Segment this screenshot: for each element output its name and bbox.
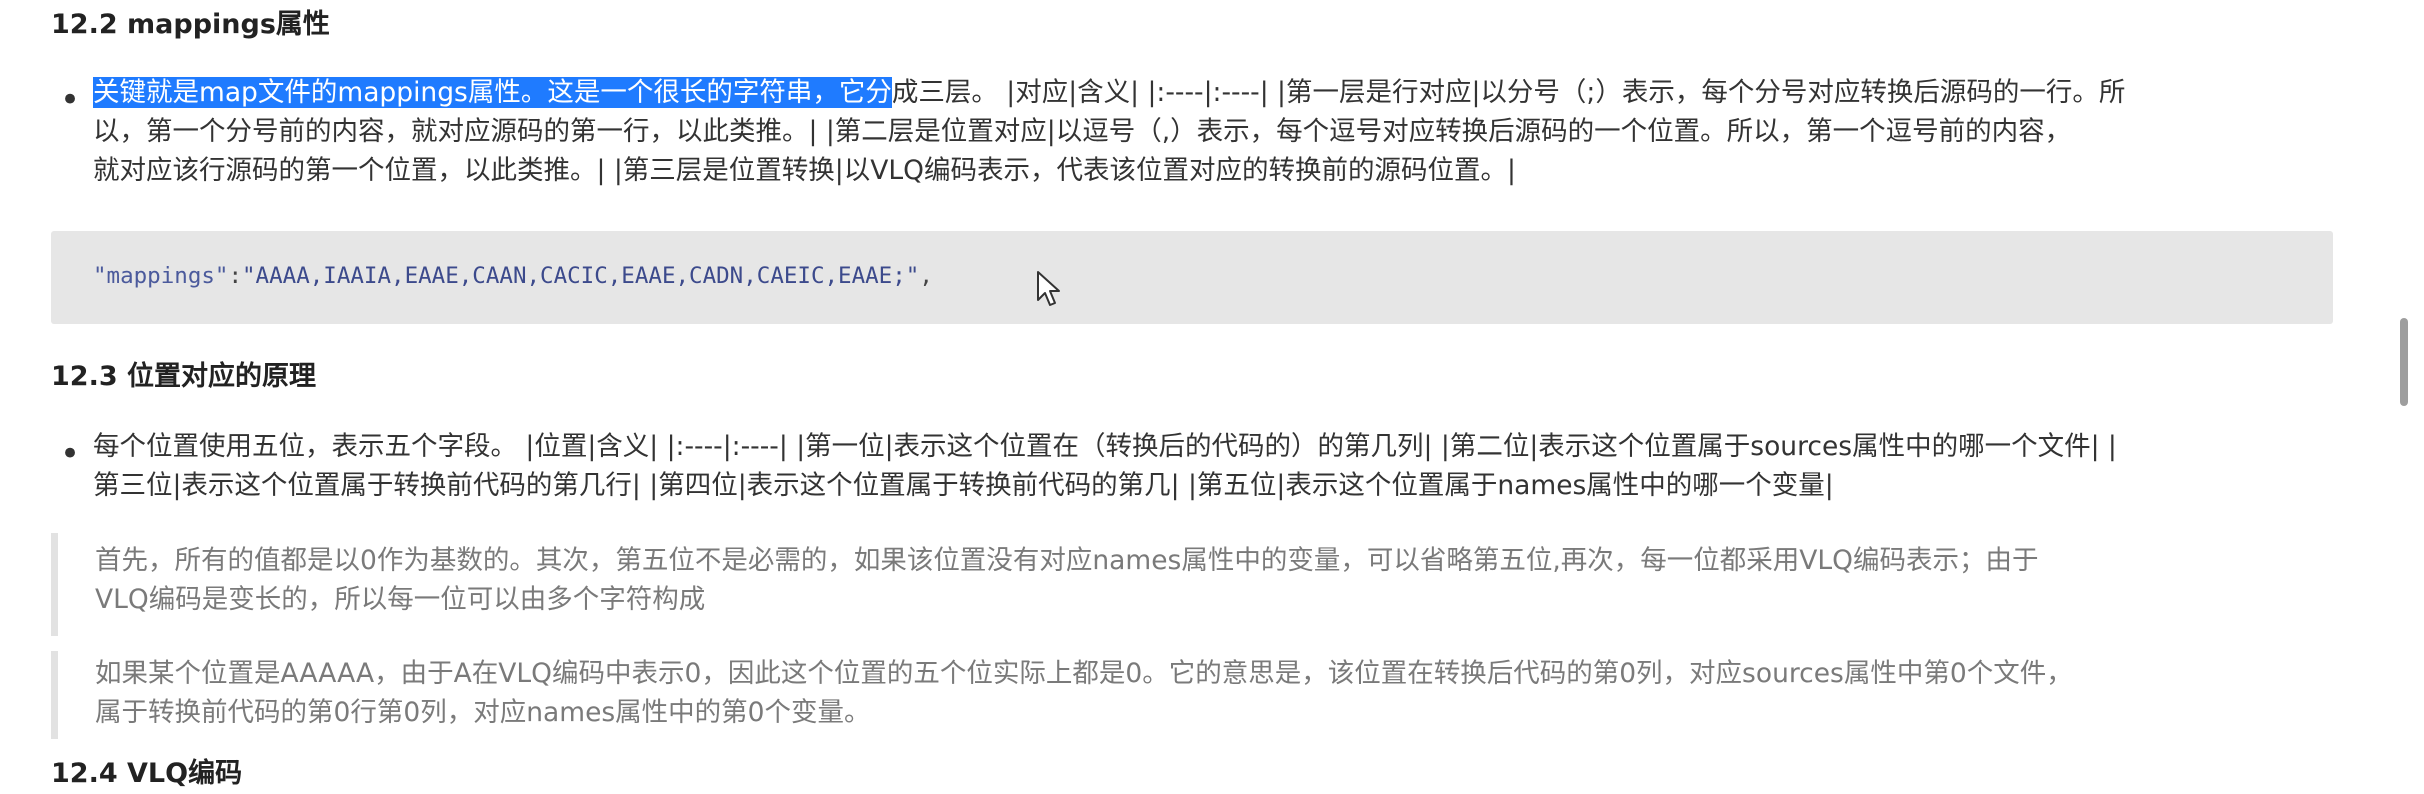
- mappings-description-line-1: 关键就是map文件的mappings属性。这是一个很长的字符串，它分成三层。 |…: [93, 73, 2373, 112]
- blockquote-base-values: 首先，所有的值都是以0作为基数的。其次，第五位不是必需的，如果该位置没有对应na…: [51, 533, 2331, 636]
- code-value: "AAAA,IAAIA,EAAE,CAAN,CACIC,EAAE,CADN,CA…: [242, 263, 920, 289]
- blockquote-text: 首先，所有的值都是以0作为基数的。其次，第五位不是必需的，如果该位置没有对应na…: [95, 541, 2039, 619]
- mappings-description-line-3: 就对应该行源码的第一个位置，以此类推。| |第三层是位置转换|以VLQ编码表示，…: [93, 155, 1516, 186]
- bullet-marker: •: [60, 434, 81, 474]
- mappings-description-line-2: 以，第一个分号前的内容，就对应源码的第一行，以此类推。| |第二层是位置对应|以…: [93, 116, 2072, 147]
- blockquote-aaaaa-example: 如果某个位置是AAAAA，由于A在VLQ编码中表示0，因此这个位置的五个位实际上…: [51, 651, 2331, 739]
- mappings-description-line-1-rest: 成三层。 |对应|含义| |:----|:----| |第一层是行对应|以分号（…: [891, 77, 2126, 108]
- code-key: "mappings": [93, 263, 229, 289]
- vertical-scrollbar-thumb[interactable]: [2400, 318, 2408, 406]
- position-fields-description: 每个位置使用五位，表示五个字段。 |位置|含义| |:----|:----| |…: [93, 427, 2373, 505]
- mouse-pointer-icon: [1037, 271, 1060, 306]
- code-colon: :: [228, 263, 243, 289]
- code-block: "mappings":"AAAA,IAAIA,EAAE,CAAN,CACIC,E…: [51, 231, 2333, 324]
- document-content: 12.2 mappings属性 • 关键就是map文件的mappings属性。这…: [0, 0, 2424, 789]
- blockquote-text: 如果某个位置是AAAAA，由于A在VLQ编码中表示0，因此这个位置的五个位实际上…: [95, 654, 2073, 732]
- blockquote-line-2: VLQ编码是变长的，所以每一位可以由多个字符构成: [95, 584, 706, 615]
- position-fields-line-1: 每个位置使用五位，表示五个字段。 |位置|含义| |:----|:----| |…: [93, 431, 2117, 462]
- mappings-description: 关键就是map文件的mappings属性。这是一个很长的字符串，它分成三层。 |…: [93, 73, 2373, 190]
- blockquote-line-1: 如果某个位置是AAAAA，由于A在VLQ编码中表示0，因此这个位置的五个位实际上…: [95, 658, 2073, 689]
- bullet-marker: •: [60, 80, 81, 120]
- position-fields-line-2: 第三位|表示这个位置属于转换前代码的第几行| |第四位|表示这个位置属于转换前代…: [93, 470, 1834, 501]
- section-heading-12-4: 12.4 VLQ编码: [51, 758, 243, 789]
- section-heading-12-3: 12.3 位置对应的原理: [51, 361, 317, 392]
- code-line: "mappings":"AAAA,IAAIA,EAAE,CAAN,CACIC,E…: [93, 258, 933, 294]
- section-heading-12-2: 12.2 mappings属性: [51, 9, 330, 40]
- selected-text[interactable]: 关键就是map文件的mappings属性。这是一个很长的字符串，它分: [93, 77, 892, 108]
- blockquote-line-1: 首先，所有的值都是以0作为基数的。其次，第五位不是必需的，如果该位置没有对应na…: [95, 545, 2039, 576]
- code-trailing-comma: ,: [919, 263, 933, 289]
- blockquote-line-2: 属于转换前代码的第0行第0列，对应names属性中的第0个变量。: [95, 697, 871, 728]
